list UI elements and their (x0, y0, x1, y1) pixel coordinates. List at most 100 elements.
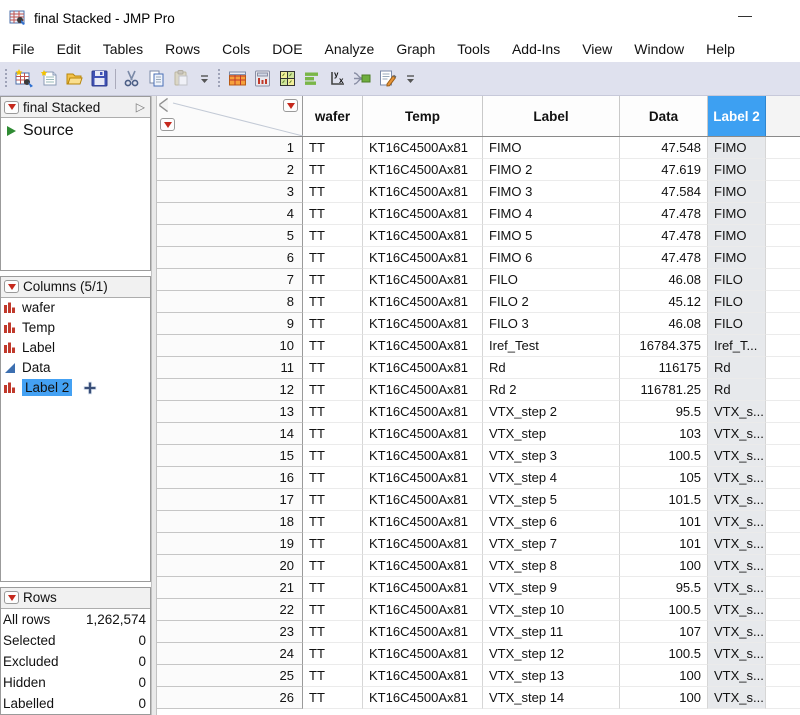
cell-wafer[interactable]: TT (303, 621, 363, 643)
row-number-cell[interactable]: 22 (157, 599, 303, 621)
cell-temp[interactable]: KT16C4500Ax81 (363, 137, 483, 159)
cell-temp[interactable]: KT16C4500Ax81 (363, 335, 483, 357)
cell-label-2[interactable]: VTX_s... (708, 489, 766, 511)
cell-label-2[interactable]: Iref_T... (708, 335, 766, 357)
cell-label[interactable]: VTX_step 7 (483, 533, 620, 555)
cell-wafer[interactable]: TT (303, 577, 363, 599)
column-item-label-2[interactable]: Label 2 (1, 378, 150, 398)
red-triangle-menu-icon[interactable] (4, 591, 19, 604)
copy-button[interactable] (144, 66, 169, 91)
chevron-right-icon[interactable]: ▷ (136, 100, 147, 114)
cell-label-2[interactable]: FILO (708, 269, 766, 291)
menu-item-rows[interactable]: Rows (154, 38, 211, 60)
column-item-label[interactable]: Label (1, 338, 150, 358)
new-data-table-button[interactable] (12, 66, 37, 91)
menu-item-tools[interactable]: Tools (446, 38, 501, 60)
cell-temp[interactable]: KT16C4500Ax81 (363, 489, 483, 511)
cell-wafer[interactable]: TT (303, 533, 363, 555)
collapse-triangle-icon[interactable] (160, 99, 168, 111)
cell-temp[interactable]: KT16C4500Ax81 (363, 401, 483, 423)
menu-item-window[interactable]: Window (623, 38, 695, 60)
toolbar-overflow-icon[interactable] (198, 66, 211, 91)
cell-wafer[interactable]: TT (303, 291, 363, 313)
row-number-cell[interactable]: 21 (157, 577, 303, 599)
cell-wafer[interactable]: TT (303, 269, 363, 291)
column-item-data[interactable]: Data (1, 358, 150, 378)
red-triangle-menu-icon[interactable] (4, 280, 19, 293)
cell-wafer[interactable]: TT (303, 357, 363, 379)
column-header-wafer[interactable]: wafer (303, 96, 363, 136)
cell-wafer[interactable]: TT (303, 687, 363, 709)
cell-label-2[interactable]: Rd (708, 357, 766, 379)
open-button[interactable] (62, 66, 87, 91)
cell-temp[interactable]: KT16C4500Ax81 (363, 643, 483, 665)
menu-item-graph[interactable]: Graph (385, 38, 446, 60)
cell-wafer[interactable]: TT (303, 203, 363, 225)
cell-data[interactable]: 116781.25 (620, 379, 708, 401)
row-number-cell[interactable]: 2 (157, 159, 303, 181)
row-number-cell[interactable]: 11 (157, 357, 303, 379)
toolbar-grip[interactable] (4, 69, 9, 89)
cell-wafer[interactable]: TT (303, 555, 363, 577)
grid-corner-cell[interactable] (157, 96, 303, 136)
cell-label[interactable]: FIMO 6 (483, 247, 620, 269)
cell-data[interactable]: 95.5 (620, 401, 708, 423)
cell-wafer[interactable]: TT (303, 511, 363, 533)
cell-data[interactable]: 105 (620, 467, 708, 489)
minimize-button[interactable]: — (728, 0, 762, 30)
cell-temp[interactable]: KT16C4500Ax81 (363, 687, 483, 709)
row-number-cell[interactable]: 9 (157, 313, 303, 335)
cell-temp[interactable]: KT16C4500Ax81 (363, 577, 483, 599)
cell-label[interactable]: FIMO 5 (483, 225, 620, 247)
cell-temp[interactable]: KT16C4500Ax81 (363, 269, 483, 291)
rows-red-triangle-icon[interactable] (160, 118, 175, 131)
cell-data[interactable]: 101 (620, 533, 708, 555)
cell-wafer[interactable]: TT (303, 643, 363, 665)
cell-label[interactable]: VTX_step 14 (483, 687, 620, 709)
cell-label[interactable]: VTX_step 9 (483, 577, 620, 599)
cell-label-2[interactable]: FIMO (708, 247, 766, 269)
cell-wafer[interactable]: TT (303, 401, 363, 423)
cell-label-2[interactable]: VTX_s... (708, 445, 766, 467)
cell-wafer[interactable]: TT (303, 225, 363, 247)
save-button[interactable] (87, 66, 112, 91)
cell-wafer[interactable]: TT (303, 379, 363, 401)
cell-label[interactable]: VTX_step 2 (483, 401, 620, 423)
row-number-cell[interactable]: 23 (157, 621, 303, 643)
toolbar-grip[interactable] (217, 69, 222, 89)
row-number-cell[interactable]: 17 (157, 489, 303, 511)
cell-label-2[interactable]: FIMO (708, 137, 766, 159)
cell-data[interactable]: 107 (620, 621, 708, 643)
column-header-data[interactable]: Data (620, 96, 708, 136)
cell-label[interactable]: FILO 2 (483, 291, 620, 313)
cell-temp[interactable]: KT16C4500Ax81 (363, 291, 483, 313)
fit-y-by-x-button[interactable]: yx (325, 66, 350, 91)
cell-data[interactable]: 100 (620, 687, 708, 709)
cell-label[interactable]: VTX_step 11 (483, 621, 620, 643)
cell-wafer[interactable]: TT (303, 335, 363, 357)
cell-data[interactable]: 47.478 (620, 203, 708, 225)
cell-temp[interactable]: KT16C4500Ax81 (363, 533, 483, 555)
cell-temp[interactable]: KT16C4500Ax81 (363, 599, 483, 621)
cell-wafer[interactable]: TT (303, 423, 363, 445)
cell-label-2[interactable]: VTX_s... (708, 401, 766, 423)
cell-label[interactable]: FILO (483, 269, 620, 291)
cell-label[interactable]: VTX_step 3 (483, 445, 620, 467)
row-number-cell[interactable]: 10 (157, 335, 303, 357)
cell-temp[interactable]: KT16C4500Ax81 (363, 665, 483, 687)
cell-label-2[interactable]: VTX_s... (708, 467, 766, 489)
cell-label[interactable]: FILO 3 (483, 313, 620, 335)
cell-label[interactable]: VTX_step 12 (483, 643, 620, 665)
cell-temp[interactable]: KT16C4500Ax81 (363, 313, 483, 335)
cell-data[interactable]: 116175 (620, 357, 708, 379)
cell-label[interactable]: VTX_step 10 (483, 599, 620, 621)
menu-item-analyze[interactable]: Analyze (314, 38, 386, 60)
cell-data[interactable]: 100.5 (620, 643, 708, 665)
run-script-button[interactable] (350, 66, 375, 91)
cell-label-2[interactable]: FILO (708, 291, 766, 313)
cell-temp[interactable]: KT16C4500Ax81 (363, 423, 483, 445)
row-number-cell[interactable]: 13 (157, 401, 303, 423)
cell-label[interactable]: Rd 2 (483, 379, 620, 401)
cell-label[interactable]: VTX_step 8 (483, 555, 620, 577)
row-number-cell[interactable]: 24 (157, 643, 303, 665)
